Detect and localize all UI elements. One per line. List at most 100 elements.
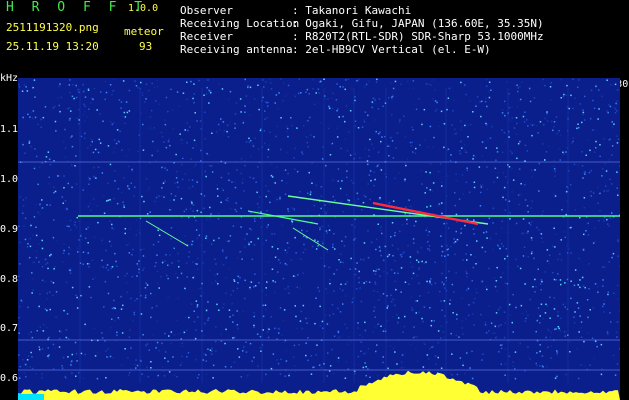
noise-speckle [87,242,89,244]
noise-speckle [233,280,236,282]
noise-speckle [437,330,440,332]
noise-speckle [206,152,208,155]
noise-speckle [271,176,274,178]
noise-speckle [565,213,567,216]
noise-speckle [369,138,371,141]
noise-speckle [163,141,165,143]
noise-speckle [193,310,195,312]
noise-speckle [33,167,36,170]
noise-speckle [135,234,138,236]
noise-speckle [588,288,590,290]
noise-speckle [175,177,178,179]
noise-speckle [84,353,86,356]
noise-speckle [297,274,299,276]
noise-speckle [93,176,96,178]
noise-speckle [453,291,455,293]
noise-speckle [533,257,535,260]
noise-speckle [518,203,520,206]
noise-speckle [136,263,138,265]
noise-speckle [537,268,539,270]
noise-speckle [63,309,65,312]
noise-speckle [441,309,443,311]
noise-speckle [563,153,565,155]
noise-speckle [578,257,580,260]
noise-speckle [508,355,510,357]
noise-speckle [384,328,386,330]
noise-speckle [71,286,74,289]
noise-speckle [553,193,555,195]
noise-speckle [237,348,239,350]
noise-speckle [269,131,271,134]
noise-speckle [356,262,358,264]
noise-speckle [120,295,122,298]
noise-speckle [413,224,416,227]
noise-speckle [127,185,129,187]
noise-speckle [375,268,378,271]
noise-speckle [464,224,466,227]
noise-speckle [241,182,244,184]
noise-speckle [345,361,347,363]
noise-speckle [479,205,482,207]
noise-speckle [527,230,529,233]
noise-speckle [310,373,313,375]
noise-speckle [113,307,115,309]
noise-speckle [590,190,592,193]
noise-speckle [354,125,357,127]
noise-speckle [380,169,383,171]
noise-speckle [369,376,371,378]
noise-speckle [367,163,369,166]
noise-speckle [26,365,28,368]
noise-speckle [294,275,297,278]
noise-speckle [218,237,220,239]
noise-speckle [512,179,515,181]
noise-speckle [358,277,360,279]
noise-speckle [616,171,618,173]
noise-speckle [194,337,197,340]
noise-speckle [556,350,558,352]
noise-speckle [500,347,503,350]
noise-speckle [302,251,305,254]
noise-speckle [101,172,104,174]
noise-speckle [358,281,360,284]
meteor-trace [145,220,189,247]
noise-speckle [554,246,556,248]
noise-speckle [314,322,316,325]
noise-speckle [62,252,65,254]
noise-speckle [430,320,433,322]
noise-speckle [111,227,113,229]
noise-speckle [522,255,525,257]
noise-speckle [280,117,282,119]
noise-speckle [377,132,380,135]
noise-speckle [364,86,366,88]
noise-speckle [417,261,420,263]
noise-speckle [554,377,557,379]
noise-speckle [105,91,108,94]
noise-speckle [434,89,436,91]
noise-speckle [448,87,451,90]
noise-speckle [524,111,526,113]
noise-speckle [487,138,489,141]
noise-speckle [245,95,248,97]
noise-speckle [251,360,253,362]
noise-speckle [192,210,194,212]
noise-speckle [270,367,273,370]
noise-speckle [302,304,305,307]
noise-speckle [337,357,340,359]
noise-speckle [148,186,150,189]
noise-speckle [88,183,90,185]
noise-speckle [568,341,571,343]
noise-speckle [455,132,457,135]
noise-speckle [253,217,256,220]
noise-speckle [460,140,462,143]
noise-speckle [336,109,338,112]
noise-speckle [442,284,445,287]
noise-speckle [429,125,432,128]
noise-speckle [150,367,152,369]
noise-speckle [111,123,113,126]
noise-speckle [434,100,437,102]
noise-speckle [211,350,213,353]
noise-speckle [497,308,500,311]
noise-speckle [484,321,487,324]
noise-speckle [430,84,432,86]
noise-speckle [116,265,118,267]
